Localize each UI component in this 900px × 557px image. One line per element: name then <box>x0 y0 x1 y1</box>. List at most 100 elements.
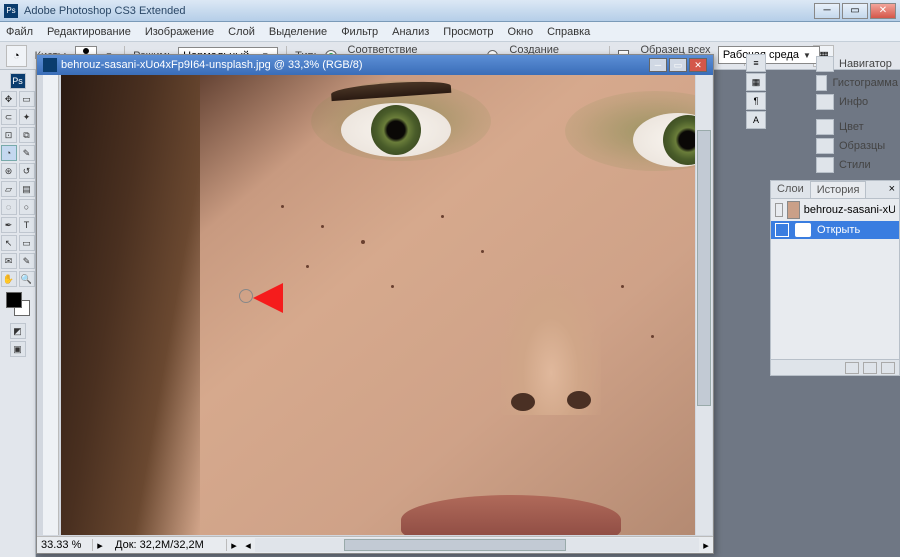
history-snapshot-row[interactable]: behrouz-sasani-xUo4xFp9I64-unspl <box>771 199 899 221</box>
image-region <box>321 225 324 228</box>
doc-minimize-button[interactable]: ─ <box>649 58 667 72</box>
doc-info[interactable]: Док: 32,2M/32,2M <box>107 539 227 551</box>
stamp-tool[interactable]: ⊛ <box>1 163 17 179</box>
app-title: Adobe Photoshop CS3 Extended <box>24 5 185 17</box>
marquee-tool[interactable]: ▭ <box>19 91 35 107</box>
menu-filter[interactable]: Фильтр <box>341 26 378 38</box>
image-region <box>401 495 621 535</box>
scrollbar-thumb[interactable] <box>697 130 711 406</box>
foreground-color-swatch[interactable] <box>6 292 22 308</box>
lasso-tool[interactable]: ⊂ <box>1 109 17 125</box>
menu-image[interactable]: Изображение <box>145 26 214 38</box>
scroll-right-button[interactable]: ▸ <box>699 539 713 552</box>
eyedropper-tool[interactable]: ✎ <box>19 253 35 269</box>
styles-icon <box>816 157 834 173</box>
menu-layer[interactable]: Слой <box>228 26 255 38</box>
panel-dock: ≡ ▦ ¶ A Навигатор Гистограмма Инфо Цвет … <box>814 54 900 174</box>
horizontal-scrollbar[interactable] <box>255 538 699 552</box>
window-maximize-button[interactable]: ▭ <box>842 3 868 19</box>
collapsed-panel-icon[interactable]: A <box>746 111 766 129</box>
histogram-panel-tab[interactable]: Гистограмма <box>814 73 900 92</box>
vertical-ruler[interactable] <box>43 75 59 535</box>
layers-tab[interactable]: Слои <box>771 181 810 198</box>
slice-tool[interactable]: ⧉ <box>19 127 35 143</box>
scrollbar-thumb[interactable] <box>344 539 566 551</box>
info-panel-tab[interactable]: Инфо <box>814 92 900 111</box>
delete-step-button[interactable] <box>881 362 895 374</box>
history-tab[interactable]: История <box>810 181 867 198</box>
healing-brush-icon[interactable]: ◔ <box>6 45 27 67</box>
doc-maximize-button[interactable]: ▭ <box>669 58 687 72</box>
snapshot-name: behrouz-sasani-xUo4xFp9I64-unspl <box>804 204 895 216</box>
type-tool[interactable]: T <box>19 217 35 233</box>
app-icon: Ps <box>4 4 18 18</box>
styles-panel-tab[interactable]: Стили <box>814 155 900 174</box>
menu-file[interactable]: Файл <box>6 26 33 38</box>
screenmode-toggle[interactable]: ▣ <box>10 341 26 357</box>
wand-tool[interactable]: ✦ <box>19 109 35 125</box>
panel-close-button[interactable]: × <box>885 181 899 198</box>
navigator-icon <box>816 56 834 72</box>
document-title: behrouz-sasani-xUo4xFp9I64-unsplash.jpg … <box>61 59 363 71</box>
color-icon <box>816 119 834 135</box>
menu-view[interactable]: Просмотр <box>443 26 493 38</box>
document-icon <box>43 58 57 72</box>
move-tool[interactable]: ✥ <box>1 91 17 107</box>
healing-brush-tool[interactable]: ◔ <box>1 145 17 161</box>
brush-tool[interactable]: ✎ <box>19 145 35 161</box>
gradient-tool[interactable]: ▤ <box>19 181 35 197</box>
history-brush-source-icon[interactable] <box>775 223 789 237</box>
panel-tabstrip: Слои История × <box>771 181 899 199</box>
image-region <box>61 75 200 535</box>
zoom-arrow-icon[interactable]: ▸ <box>93 539 107 552</box>
collapsed-panel-icon[interactable]: ≡ <box>746 54 766 72</box>
pen-tool[interactable]: ✒ <box>1 217 17 233</box>
swatches-panel-tab[interactable]: Образцы <box>814 136 900 155</box>
color-panel-tab[interactable]: Цвет <box>814 117 900 136</box>
brush-cursor-icon <box>239 289 253 303</box>
menu-select[interactable]: Выделение <box>269 26 327 38</box>
menu-analysis[interactable]: Анализ <box>392 26 429 38</box>
image-content <box>61 75 695 535</box>
eraser-tool[interactable]: ▱ <box>1 181 17 197</box>
path-select-tool[interactable]: ↖ <box>1 235 17 251</box>
doc-close-button[interactable]: ✕ <box>689 58 707 72</box>
image-region <box>306 265 309 268</box>
zoom-tool[interactable]: 🔍 <box>19 271 35 287</box>
image-region <box>341 103 451 157</box>
dodge-tool[interactable]: ○ <box>19 199 35 215</box>
docinfo-arrow-icon[interactable]: ▸ <box>227 539 241 552</box>
hand-tool[interactable]: ✋ <box>1 271 17 287</box>
annotation-arrow-icon <box>253 275 383 321</box>
history-brush-tool[interactable]: ↺ <box>19 163 35 179</box>
snapshot-visibility-icon[interactable] <box>775 203 783 217</box>
image-region <box>663 115 695 165</box>
quickmask-toggle[interactable]: ◩ <box>10 323 26 339</box>
history-empty-area <box>771 239 899 359</box>
snapshot-thumbnail <box>787 201 799 219</box>
vertical-scrollbar[interactable] <box>696 75 712 535</box>
canvas[interactable] <box>61 75 695 535</box>
history-step-open[interactable]: Открыть <box>771 221 899 239</box>
image-region <box>281 205 284 208</box>
scroll-left-button[interactable]: ◂ <box>241 539 255 552</box>
color-swatches[interactable] <box>6 292 30 316</box>
navigator-panel-tab[interactable]: Навигатор <box>814 54 900 73</box>
window-minimize-button[interactable]: ─ <box>814 3 840 19</box>
collapsed-panel-icon[interactable]: ¶ <box>746 92 766 110</box>
notes-tool[interactable]: ✉ <box>1 253 17 269</box>
new-snapshot-button[interactable] <box>845 362 859 374</box>
workspace-select[interactable]: Рабочая среда ▼ <box>718 46 820 64</box>
menu-window[interactable]: Окно <box>508 26 534 38</box>
collapsed-panel-icon[interactable]: ▦ <box>746 73 766 91</box>
menu-edit[interactable]: Редактирование <box>47 26 131 38</box>
document-titlebar[interactable]: behrouz-sasani-xUo4xFp9I64-unsplash.jpg … <box>37 55 713 75</box>
crop-tool[interactable]: ⊡ <box>1 127 17 143</box>
zoom-level[interactable]: 33.33 % <box>37 539 93 551</box>
window-close-button[interactable]: ✕ <box>870 3 896 19</box>
shape-tool[interactable]: ▭ <box>19 235 35 251</box>
new-document-button[interactable] <box>863 362 877 374</box>
info-icon <box>816 94 834 110</box>
menu-help[interactable]: Справка <box>547 26 590 38</box>
blur-tool[interactable]: ◌ <box>1 199 17 215</box>
